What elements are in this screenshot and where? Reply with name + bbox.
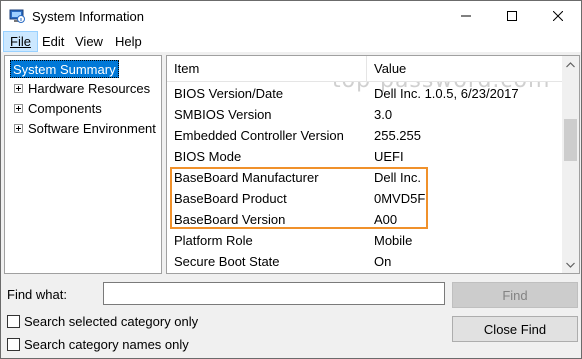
checkbox-box[interactable] xyxy=(7,315,20,328)
scroll-thumb[interactable] xyxy=(564,119,577,161)
row-item: BaseBoard Manufacturer xyxy=(174,170,319,185)
menu-edit-label: Edit xyxy=(42,34,65,49)
row-item: BaseBoard Product xyxy=(174,191,287,206)
list-row[interactable]: BaseBoard Manufacturer Dell Inc. xyxy=(167,167,563,188)
row-item: BIOS Version/Date xyxy=(174,86,284,101)
tree-item-label: Software Environment xyxy=(28,121,156,136)
maximize-button[interactable] xyxy=(489,1,535,31)
list-row[interactable]: Secure Boot State On xyxy=(167,251,563,272)
maximize-icon xyxy=(507,11,517,21)
menu-file[interactable]: File xyxy=(3,31,38,52)
close-icon xyxy=(553,11,563,21)
row-value: Dell Inc. xyxy=(374,170,421,185)
list-row[interactable]: SMBIOS Version 3.0 xyxy=(167,104,563,125)
list-header: Item Value xyxy=(167,56,563,82)
row-value: Dell Inc. 1.0.5, 6/23/2017 xyxy=(374,86,519,101)
column-header-item[interactable]: Item xyxy=(174,56,199,82)
list-row[interactable]: BaseBoard Version A00 xyxy=(167,209,563,230)
menu-edit[interactable]: Edit xyxy=(36,31,70,52)
row-value: 0MVD5F xyxy=(374,191,426,206)
menu-help[interactable]: Help xyxy=(109,31,148,52)
expand-icon[interactable] xyxy=(14,124,23,134)
menu-bar: File Edit View Help xyxy=(1,31,581,52)
row-value: Mobile xyxy=(374,233,413,248)
row-item: BaseBoard Version xyxy=(174,212,286,227)
checkbox-label: Search category names only xyxy=(24,337,189,352)
row-item: Secure Boot State xyxy=(174,254,280,269)
tree-item-system-summary[interactable]: System Summary xyxy=(10,60,119,78)
search-selected-category-checkbox[interactable]: Search selected category only xyxy=(7,314,198,329)
list-row[interactable]: BIOS Version/Date Dell Inc. 1.0.5, 6/23/… xyxy=(167,83,563,104)
menu-view-label: View xyxy=(75,34,103,49)
row-value: 255.255 xyxy=(374,128,421,143)
search-category-names-checkbox[interactable]: Search category names only xyxy=(7,337,189,352)
column-divider[interactable] xyxy=(366,56,367,82)
details-list[interactable]: top-password.com Item Value BIOS Version… xyxy=(166,55,580,274)
close-find-button[interactable]: Close Find xyxy=(452,316,578,342)
close-window-button[interactable] xyxy=(535,1,581,31)
row-item: Platform Role xyxy=(174,233,253,248)
expand-icon[interactable] xyxy=(14,104,23,114)
system-information-window: System Information File Edit View Help S… xyxy=(0,0,582,359)
tree-item-label: Hardware Resources xyxy=(28,81,151,96)
tree-item-software-environment[interactable]: Software Environment xyxy=(14,120,156,138)
find-what-input[interactable] xyxy=(103,282,445,305)
menu-help-label: Help xyxy=(115,34,142,49)
expand-icon[interactable] xyxy=(14,84,23,94)
list-row[interactable]: Platform Role Mobile xyxy=(167,230,563,251)
window-title: System Information xyxy=(32,9,144,24)
tree-item-hardware-resources[interactable]: Hardware Resources xyxy=(14,80,150,98)
tree-item-label: Components xyxy=(28,101,102,116)
row-item: Embedded Controller Version xyxy=(174,128,344,143)
row-item: SMBIOS Version xyxy=(174,107,272,122)
checkbox-label: Search selected category only xyxy=(24,314,199,329)
category-tree[interactable]: System Summary Hardware Resources Compon… xyxy=(4,55,162,274)
menu-view[interactable]: View xyxy=(69,31,109,52)
tree-item-components[interactable]: Components xyxy=(14,100,102,118)
column-header-value[interactable]: Value xyxy=(374,56,406,82)
checkbox-box[interactable] xyxy=(7,338,20,351)
list-row[interactable]: Embedded Controller Version 255.255 xyxy=(167,125,563,146)
row-value: On xyxy=(374,254,392,269)
row-value: 3.0 xyxy=(374,107,393,122)
list-row[interactable]: BaseBoard Product 0MVD5F xyxy=(167,188,563,209)
scroll-up-button[interactable] xyxy=(562,56,579,73)
chevron-up-icon xyxy=(566,61,575,67)
menu-file-label: File xyxy=(10,34,31,49)
row-value: A00 xyxy=(374,212,398,227)
vertical-scrollbar[interactable] xyxy=(562,56,579,273)
minimize-button[interactable] xyxy=(443,1,489,31)
title-bar: System Information xyxy=(1,1,581,31)
chevron-down-icon xyxy=(566,262,575,268)
minimize-icon xyxy=(461,15,471,17)
find-what-label: Find what: xyxy=(7,287,67,302)
find-button[interactable]: Find xyxy=(452,282,578,308)
row-value: UEFI xyxy=(374,149,404,164)
row-item: BIOS Mode xyxy=(174,149,242,164)
list-row[interactable]: BIOS Mode UEFI xyxy=(167,146,563,167)
system-information-app-icon xyxy=(9,8,25,24)
scroll-down-button[interactable] xyxy=(562,256,579,273)
